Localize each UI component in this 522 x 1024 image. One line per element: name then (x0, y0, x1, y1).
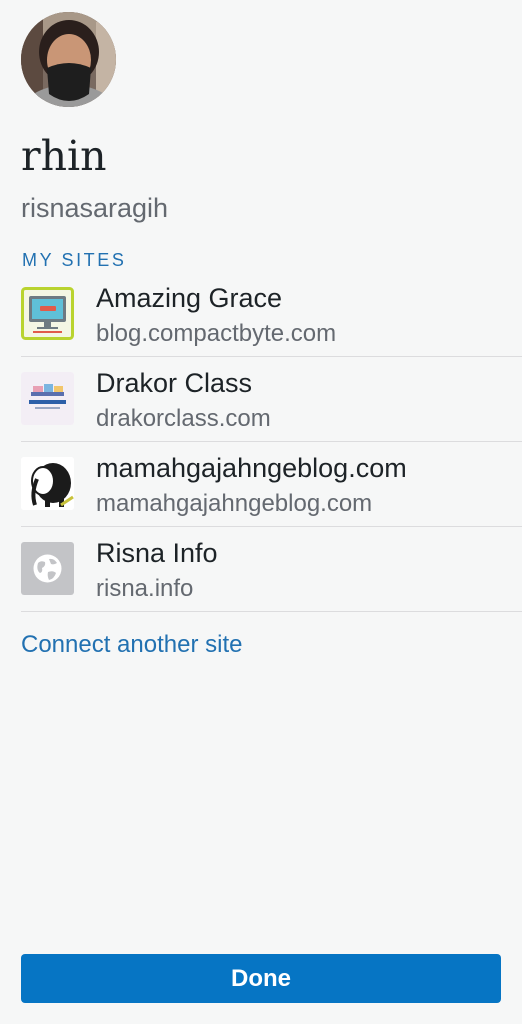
site-url: mamahgajahngeblog.com (96, 490, 373, 517)
site-title: Risna Info (96, 538, 218, 568)
site-row-drakor-class[interactable]: Drakor Class drakorclass.com (21, 357, 522, 442)
avatar (21, 12, 116, 107)
user-avatar-photo-icon (21, 12, 116, 107)
site-url: risna.info (96, 575, 194, 602)
site-url: blog.compactbyte.com (96, 320, 337, 347)
my-sites-header: MY SITES (22, 250, 127, 270)
connect-another-site-link[interactable]: Connect another site (21, 628, 242, 662)
drakorclass-logo-icon (21, 372, 74, 425)
globe-icon (21, 542, 74, 595)
done-button[interactable]: Done (21, 954, 501, 1003)
site-url: drakorclass.com (96, 405, 271, 432)
display-name: rhin (21, 132, 107, 180)
username: risnasaragih (21, 193, 169, 223)
site-list: Amazing Grace blog.compactbyte.com Drako… (0, 272, 522, 612)
site-title: Drakor Class (96, 368, 253, 398)
site-row-mamahgajahngeblog[interactable]: mamahgajahngeblog.com mamahgajahngeblog.… (21, 442, 522, 527)
site-title: Amazing Grace (96, 283, 283, 313)
site-title: mamahgajahngeblog.com (96, 453, 407, 483)
elephant-icon (21, 457, 74, 510)
monitor-icon (21, 287, 74, 340)
site-row-amazing-grace[interactable]: Amazing Grace blog.compactbyte.com (21, 272, 522, 357)
site-row-risna-info[interactable]: Risna Info risna.info (21, 527, 522, 612)
